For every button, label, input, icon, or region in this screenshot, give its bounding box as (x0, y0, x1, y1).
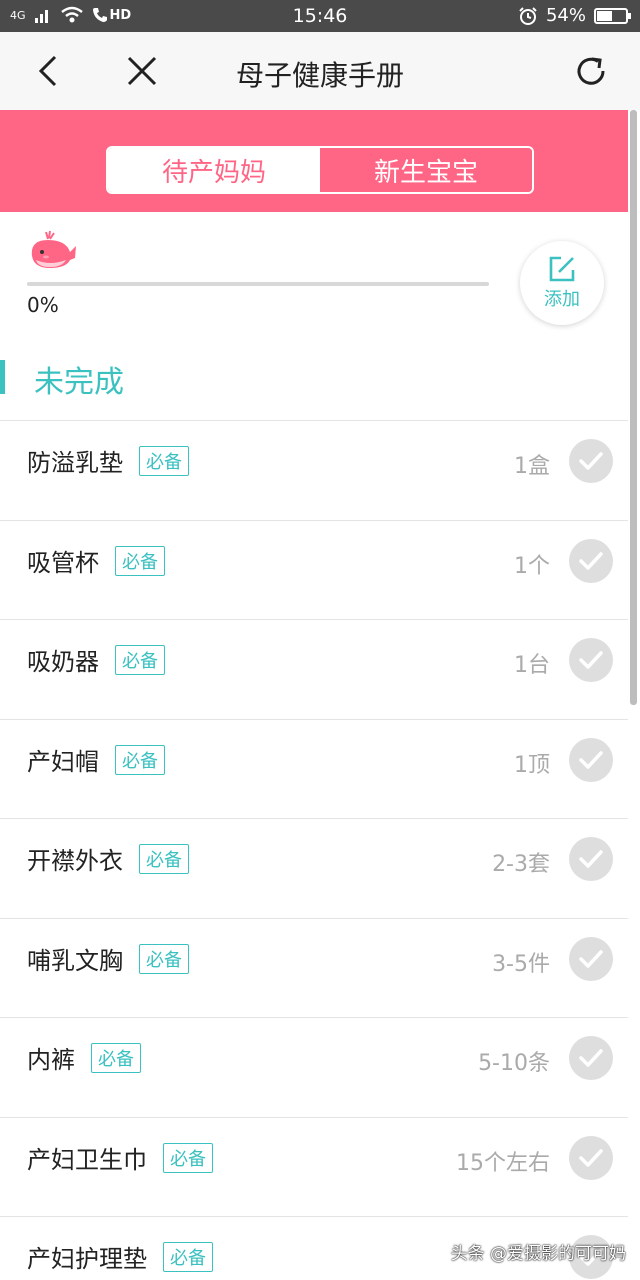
item-name-group: 开襟外衣 必备 (27, 841, 189, 876)
scrollbar[interactable] (630, 110, 637, 705)
alarm-icon (519, 6, 537, 25)
header-band: 待产妈妈 新生宝宝 (0, 110, 628, 212)
edit-icon (549, 256, 575, 282)
check-button[interactable] (569, 936, 613, 981)
check-button[interactable] (569, 1135, 613, 1180)
required-badge: 必备 (163, 1142, 213, 1173)
progress-bar (27, 282, 489, 286)
check-button[interactable] (569, 638, 613, 682)
add-button-label: 添加 (544, 289, 580, 310)
item-name: 产妇卫生巾 (27, 1145, 147, 1174)
checkmark-icon (579, 651, 603, 669)
checkmark-icon (579, 750, 603, 769)
item-quantity: 5-10条 (478, 1051, 550, 1076)
list-item[interactable]: 吸管杯 必备 1个 (0, 519, 628, 620)
item-name: 防溢乳垫 (27, 449, 123, 477)
status-bar: 4G HD 15:46 54% (0, 0, 640, 32)
item-name-group: 产妇护理垫 必备 (27, 1239, 213, 1274)
item-quantity: 1盒 (514, 454, 550, 479)
list-item[interactable]: 防溢乳垫 必备 1盒 (0, 420, 628, 520)
check-button[interactable] (569, 538, 613, 583)
checkmark-icon (579, 551, 603, 570)
item-quantity: 1顶 (514, 752, 550, 778)
item-quantity: 3-5件 (492, 951, 550, 977)
item-name: 吸管杯 (27, 548, 99, 577)
checkmark-icon (579, 1049, 603, 1067)
item-quantity: 1个 (514, 553, 550, 579)
item-quantity: 1台 (514, 653, 550, 678)
required-badge: 必备 (139, 943, 189, 974)
watermark: 头条 @爱摄影的可可妈 (450, 1244, 626, 1264)
tab-newborn-baby[interactable]: 新生宝宝 (320, 148, 532, 192)
item-name: 产妇护理垫 (27, 1245, 147, 1273)
required-badge: 必备 (139, 844, 189, 874)
list-item[interactable]: 开襟外衣 必备 2-3套 (0, 818, 628, 918)
list-item[interactable]: 产妇帽 必备 1顶 (0, 718, 628, 819)
item-name: 内裤 (27, 1046, 75, 1074)
checkmark-icon (579, 949, 603, 968)
tab-expectant-mother[interactable]: 待产妈妈 (108, 148, 320, 192)
item-list: 防溢乳垫 必备 1盒 吸管杯 必备 1个 吸奶器 必备 1台 产妇帽 必备 1顶 开襟外衣 必备 2-3套哺… (0, 420, 628, 1280)
list-item[interactable]: 吸奶器 必备 1台 (0, 619, 628, 719)
item-name-group: 吸奶器 必备 (27, 642, 165, 677)
required-badge: 必备 (163, 1242, 213, 1272)
refresh-button[interactable] (571, 51, 611, 91)
checkmark-icon (579, 1148, 603, 1167)
item-name: 开襟外衣 (27, 847, 123, 875)
required-badge: 必备 (139, 446, 189, 476)
check-button[interactable] (569, 439, 613, 483)
item-name: 吸奶器 (27, 648, 99, 676)
list-item[interactable]: 内裤 必备 5-10条 (0, 1017, 628, 1117)
add-button[interactable]: 添加 (520, 241, 604, 325)
refresh-icon (577, 57, 605, 85)
item-name-group: 哺乳文胸 必备 (27, 941, 189, 976)
required-badge: 必备 (115, 744, 165, 775)
check-button[interactable] (569, 1036, 613, 1080)
item-name-group: 吸管杯 必备 (27, 543, 165, 578)
nav-bar: 母子健康手册 (0, 32, 640, 110)
item-name-group: 产妇卫生巾 必备 (27, 1140, 213, 1175)
progress-text: 0% (27, 293, 59, 317)
item-name: 哺乳文胸 (27, 946, 123, 975)
section-title: 未完成 (34, 365, 124, 400)
check-button[interactable] (569, 837, 613, 881)
item-quantity: 15个左右 (456, 1150, 550, 1176)
checkmark-icon (579, 850, 603, 868)
status-right: 54% (518, 5, 631, 26)
check-button[interactable] (569, 737, 613, 782)
item-name-group: 产妇帽 必备 (27, 742, 165, 777)
page-title: 母子健康手册 (235, 59, 404, 92)
list-item[interactable]: 哺乳文胸 必备 3-5件 (0, 917, 628, 1018)
item-quantity: 2-3套 (492, 852, 550, 877)
list-item[interactable]: 产妇卫生巾 必备 15个左右 (0, 1116, 628, 1217)
battery-percent: 54% (545, 5, 586, 26)
required-badge: 必备 (115, 545, 165, 576)
battery-level (597, 10, 613, 21)
whale-icon (26, 230, 78, 272)
segment-control: 待产妈妈 新生宝宝 (106, 146, 534, 194)
item-name-group: 防溢乳垫 必备 (27, 443, 189, 478)
checkmark-icon (579, 452, 603, 470)
section-indicator (0, 360, 5, 394)
item-name: 产妇帽 (27, 747, 99, 776)
item-name-group: 内裤 必备 (27, 1040, 141, 1075)
battery-icon (594, 7, 631, 24)
required-badge: 必备 (91, 1043, 141, 1073)
required-badge: 必备 (115, 645, 165, 675)
